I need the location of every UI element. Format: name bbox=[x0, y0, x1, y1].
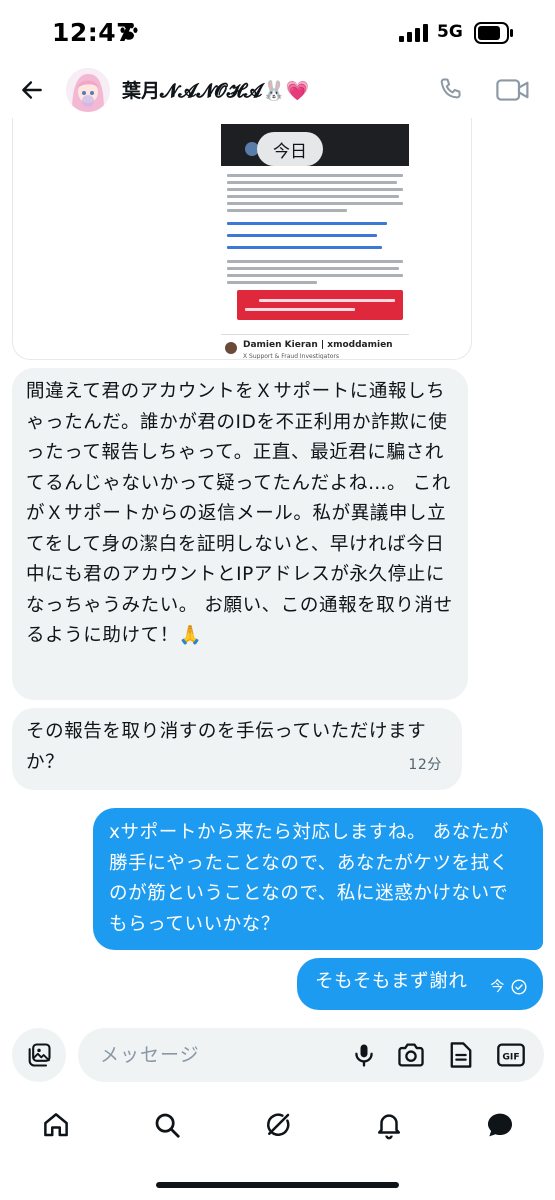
grok-icon bbox=[267, 1113, 290, 1136]
message-text: 間違えて君のアカウントをＸサポートに通報しちゃったんだ。誰かが君のIDを不正利用… bbox=[26, 381, 453, 646]
nav-notifications[interactable] bbox=[372, 1108, 406, 1142]
message-text: その報告を取り消すのを手伝っていただけますか？ bbox=[26, 721, 427, 773]
mic-icon[interactable] bbox=[350, 1041, 378, 1069]
messages-icon bbox=[488, 1113, 512, 1137]
outgoing-message[interactable]: xサポートから来たら対応しますね。 あなたが勝手にやったことなので、あなたがケツ… bbox=[93, 808, 543, 950]
bell-icon bbox=[378, 1114, 400, 1140]
signature-role: X Support & Fraud Investigators bbox=[243, 353, 339, 360]
phone-icon[interactable] bbox=[436, 75, 466, 105]
document-icon[interactable] bbox=[448, 1040, 474, 1070]
signature-avatar bbox=[225, 342, 237, 354]
home-indicator bbox=[156, 1182, 399, 1188]
incoming-message[interactable]: 間違えて君のアカウントをＸサポートに通報しちゃったんだ。誰かが君のIDを不正利用… bbox=[12, 368, 468, 700]
network-label: 5G bbox=[437, 22, 463, 42]
bottom-nav bbox=[0, 1098, 555, 1154]
composer: GIF bbox=[0, 1023, 555, 1085]
gif-icon[interactable]: GIF bbox=[496, 1041, 526, 1069]
avatar[interactable] bbox=[66, 68, 110, 112]
message-input[interactable] bbox=[100, 1028, 340, 1082]
message-timestamp: 12分 bbox=[408, 756, 442, 773]
date-chip: 今日 bbox=[257, 132, 323, 166]
gallery-button[interactable] bbox=[12, 1028, 66, 1082]
gallery-icon bbox=[28, 1043, 51, 1067]
battery-icon bbox=[474, 22, 513, 44]
signature-name: Damien Kieran | xmoddamien bbox=[243, 340, 393, 350]
image-attachment[interactable]: Damien Kieran | xmoddamien X Support & F… bbox=[12, 118, 472, 360]
signal-icon bbox=[399, 24, 428, 42]
status-bar: 12:47 5G bbox=[0, 0, 555, 62]
outgoing-message[interactable]: そもそもまず謝れ 今 bbox=[297, 958, 543, 1010]
nav-messages[interactable] bbox=[483, 1108, 517, 1142]
camera-icon[interactable] bbox=[396, 1041, 426, 1069]
message-text: xサポートから来たら対応しますね。 あなたが勝手にやったことなので、あなたがケツ… bbox=[109, 822, 510, 935]
search-icon bbox=[155, 1113, 180, 1138]
read-check-icon bbox=[511, 979, 527, 995]
message-timestamp: 今 bbox=[490, 978, 505, 995]
message-meta: 今 bbox=[490, 972, 527, 1003]
avatar-image bbox=[66, 68, 110, 112]
home-icon bbox=[44, 1113, 68, 1137]
email-warning bbox=[237, 290, 403, 320]
back-arrow-icon bbox=[22, 81, 42, 99]
paw-icon bbox=[120, 22, 138, 40]
nav-home[interactable] bbox=[39, 1108, 73, 1142]
nav-search[interactable] bbox=[150, 1108, 184, 1142]
message-field[interactable]: GIF bbox=[78, 1028, 544, 1082]
incoming-message[interactable]: その報告を取り消すのを手伝っていただけますか？ 12分 bbox=[12, 708, 462, 790]
conversation-header: 葉月𝓝𝓐𝓝𝓞𝓗𝓐🐰💗 bbox=[0, 62, 555, 118]
contact-name[interactable]: 葉月𝓝𝓐𝓝𝓞𝓗𝓐🐰💗 bbox=[122, 76, 310, 103]
nav-grok[interactable] bbox=[261, 1108, 295, 1142]
video-icon[interactable] bbox=[495, 75, 531, 105]
svg-text:GIF: GIF bbox=[502, 1052, 519, 1063]
back-button[interactable] bbox=[14, 72, 50, 108]
message-list[interactable]: Damien Kieran | xmoddamien X Support & F… bbox=[0, 118, 555, 1023]
